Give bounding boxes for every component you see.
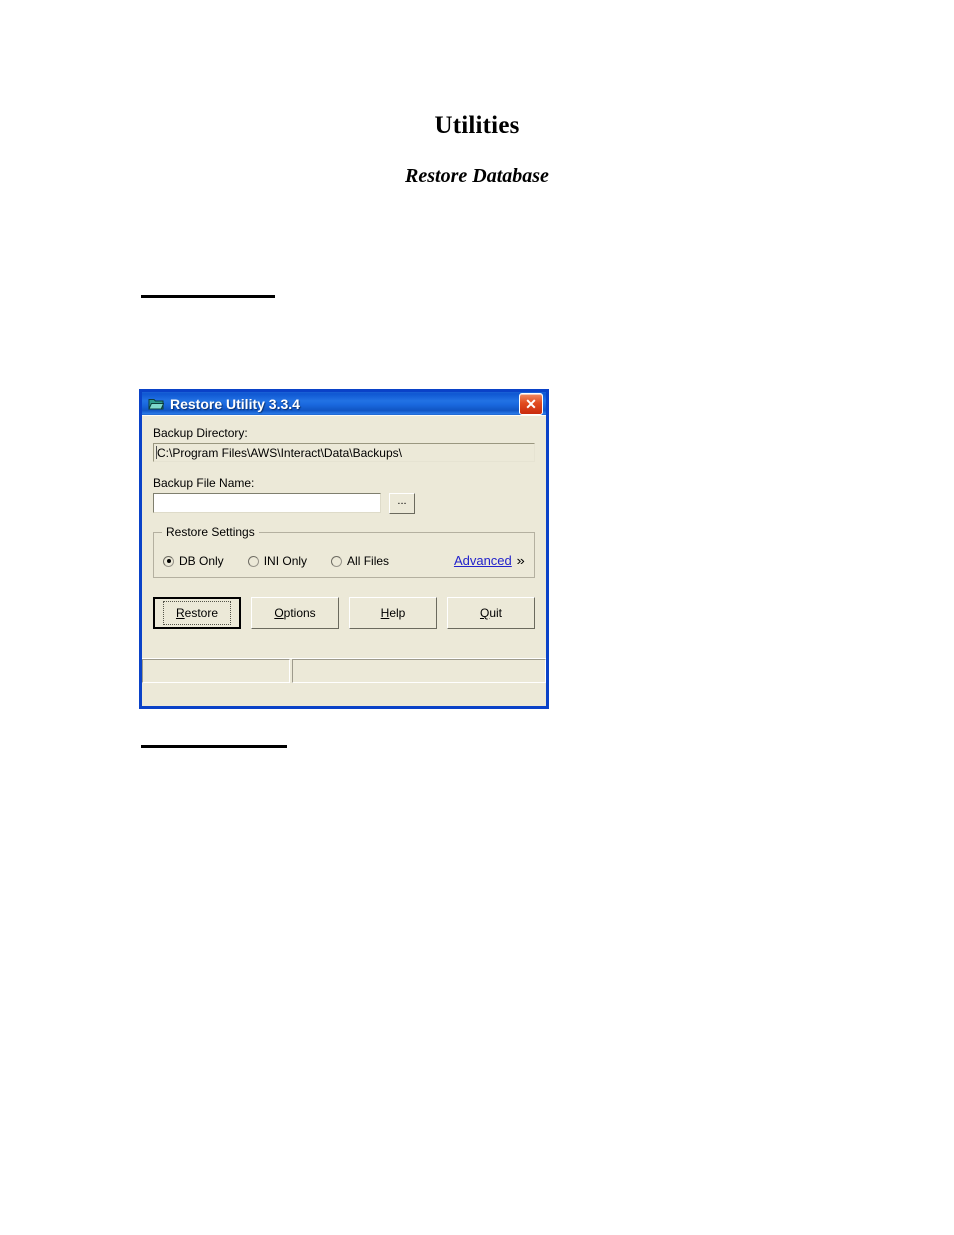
quit-button-label: uit bbox=[489, 606, 503, 620]
backup-file-name-label: Backup File Name: bbox=[153, 476, 255, 490]
radio-all-files-mark bbox=[331, 555, 343, 567]
restore-button[interactable]: Restore bbox=[153, 597, 241, 629]
radio-ini-only-label: INI Only bbox=[263, 553, 308, 568]
radio-all-files-label: All Files bbox=[347, 553, 390, 568]
dialog-body: Backup Directory: C:\Program Files\AWS\I… bbox=[142, 415, 546, 683]
advanced-link[interactable]: Advanced bbox=[454, 554, 512, 568]
options-button-accel: O bbox=[274, 606, 284, 620]
close-icon[interactable]: ✕ bbox=[519, 392, 543, 415]
restore-utility-dialog: Restore Utility 3.3.4 ✕ Backup Directory… bbox=[139, 389, 549, 709]
dialog-title: Restore Utility 3.3.4 bbox=[170, 395, 300, 412]
options-button[interactable]: Options bbox=[251, 597, 339, 629]
page-subtitle: Restore Database bbox=[405, 165, 549, 187]
backup-file-name-row: ... bbox=[153, 493, 535, 514]
restore-settings-options: DB Only INI Only All Files Advanced » bbox=[154, 539, 534, 583]
radio-ini-only-mark bbox=[247, 555, 259, 567]
radio-all-files[interactable]: All Files bbox=[331, 553, 390, 568]
options-button-label: ptions bbox=[283, 606, 316, 620]
help-button-accel: H bbox=[380, 606, 390, 620]
browse-button[interactable]: ... bbox=[389, 493, 415, 514]
page-title: Utilities bbox=[434, 112, 520, 139]
application-folder-icon bbox=[148, 398, 164, 409]
status-bar-panel-left bbox=[142, 659, 290, 683]
backup-file-name-input[interactable] bbox=[153, 493, 381, 513]
radio-db-only-label: DB Only bbox=[179, 553, 224, 568]
quit-button[interactable]: Quit bbox=[447, 597, 535, 629]
radio-db-only[interactable]: DB Only bbox=[163, 553, 224, 568]
radio-ini-only[interactable]: INI Only bbox=[247, 553, 308, 568]
backup-directory-field[interactable]: C:\Program Files\AWS\Interact\Data\Backu… bbox=[153, 443, 535, 462]
help-button[interactable]: Help bbox=[349, 597, 437, 629]
chevron-double-down-icon[interactable]: » bbox=[516, 554, 524, 568]
dialog-titlebar[interactable]: Restore Utility 3.3.4 ✕ bbox=[139, 389, 549, 415]
restore-button-label: estore bbox=[184, 606, 219, 620]
backup-directory-label: Backup Directory: bbox=[153, 426, 248, 440]
status-bar-panel-right bbox=[292, 659, 546, 683]
section-divider-bottom bbox=[141, 745, 287, 748]
help-button-label: elp bbox=[389, 606, 406, 620]
dialog-button-row: Restore Options Help Quit bbox=[153, 597, 535, 629]
advanced-toggle[interactable]: Advanced » bbox=[454, 554, 526, 568]
status-bar bbox=[142, 658, 546, 683]
restore-button-accel: R bbox=[175, 606, 185, 620]
quit-button-accel: Q bbox=[479, 606, 490, 620]
radio-db-only-mark bbox=[163, 555, 174, 567]
section-divider-top bbox=[141, 295, 275, 298]
restore-settings-legend: Restore Settings bbox=[162, 525, 259, 539]
restore-settings-group: Restore Settings DB Only INI Only All Fi… bbox=[153, 525, 535, 578]
